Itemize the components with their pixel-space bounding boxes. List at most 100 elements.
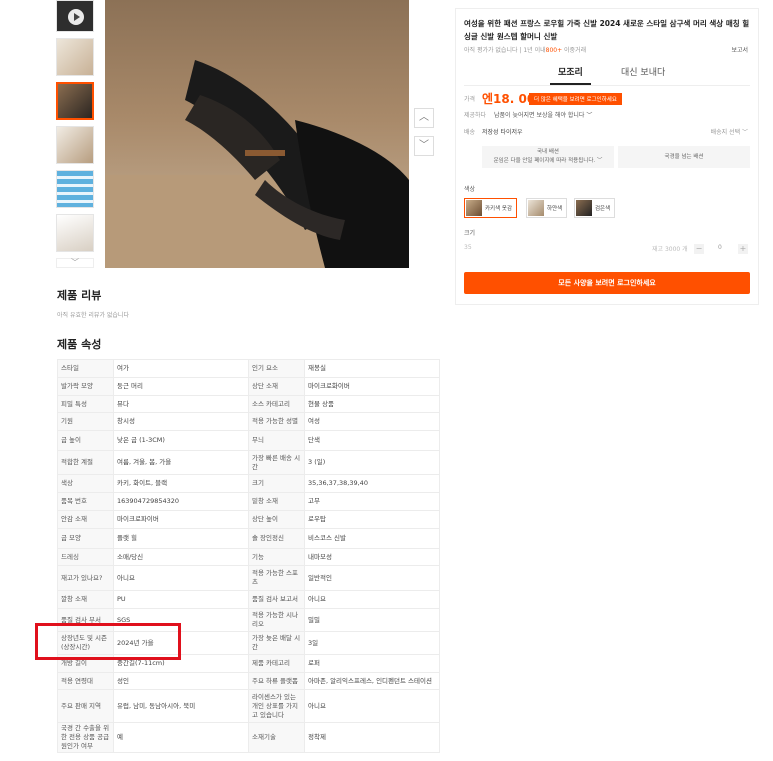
attribute-key: 크기 [248, 474, 305, 493]
attribute-key: 밑창 소재 [248, 492, 305, 511]
reviews-empty: 아직 유효한 리뷰가 없습니다 [57, 312, 129, 319]
highlight-box [35, 623, 181, 660]
attribute-key: 제품 카테고리 [248, 654, 305, 673]
chevron-down-icon[interactable]: ﹀ [56, 258, 94, 268]
thumbnail-strip: ﹀ [56, 0, 96, 268]
attribute-key: 상단 소재 [248, 377, 305, 396]
attribute-value: 로우탑 [304, 510, 440, 529]
attribute-row: 깔창 소재 PU 품질 검사 보고서 아니요 [57, 590, 440, 609]
attribute-key: 적용 가능한 시나리오 [248, 608, 305, 632]
attribute-value: 비스코스 신발 [304, 528, 440, 549]
thumbnail-image-selected[interactable] [56, 82, 94, 120]
purchase-panel: 여성을 위한 패션 프랑스 로우힐 가죽 신발 2024 새로운 스타일 삼구색… [455, 8, 759, 305]
tab-dropship[interactable]: 대신 보내다 [621, 65, 665, 78]
attribute-row: 주요 판매 지역 유럽, 남미, 동남아시아, 북미 라이센스가 있는 개인 상표를… [57, 689, 440, 723]
attribute-value: 뮤다 [113, 395, 249, 413]
minus-button[interactable]: − [694, 244, 704, 254]
login-button[interactable]: 모든 사양을 보려면 로그인하세요 [464, 272, 750, 294]
attribute-key: 재고가 있나요? [57, 565, 114, 591]
attribute-key: 주요 하류 플랫폼 [248, 672, 305, 690]
attribute-value: 아니요 [113, 565, 249, 591]
login-price-badge[interactable]: 더 많은 혜택을 보려면 로그인하세요 [529, 93, 622, 105]
attribute-value: 플랫 힐 [113, 528, 249, 549]
attribute-value: 유럽, 남미, 동남아시아, 북미 [113, 689, 249, 723]
thumbnail-image[interactable] [56, 214, 94, 252]
attribute-key: 가장 늦은 배달 시간 [248, 631, 305, 655]
attribute-value: 3 (일) [304, 450, 440, 475]
tab-all[interactable]: 모조리 [550, 65, 591, 85]
attribute-key: 품질 검사 보고서 [248, 590, 305, 609]
plus-button[interactable]: + [738, 244, 748, 254]
attribute-key: 무늬 [248, 430, 305, 451]
stock-count: 재고 3000 개 [652, 246, 688, 253]
attribute-row: 굽 모양 플랫 힐솔 장인정신 비스코스 신발 [57, 528, 440, 549]
color-option-white[interactable]: 하얀색 [526, 198, 568, 218]
color-white-label: 하얀색 [547, 206, 563, 212]
domestic-shipping-box[interactable]: 국내 배션 운임은 다을 안일 페이지에 따라 적용됩니다. ﹀ [482, 146, 614, 168]
attribute-row: 국경 간 수출을 위한 전용 상품 공급 원인가 여부 예 소재기술 정착제 [57, 722, 440, 753]
reviews-title: 제품 리뷰 [57, 289, 102, 302]
crossborder-shipping-box[interactable]: 국경을 넘는 배션 [618, 146, 750, 168]
quantity-value[interactable]: 0 [718, 244, 722, 251]
attribute-key: 발가락 모양 [57, 377, 114, 396]
domestic-note: 운임은 다을 안일 페이지에 따라 적용됩니다. ﹀ [493, 158, 603, 164]
report-link[interactable]: 보고서 [731, 45, 748, 54]
color-khaki-label: 카키색 옷감 [485, 206, 513, 212]
attribute-row: 품목 번호 163904729854320 밑창 소재 고무 [57, 492, 440, 511]
image-nav: ︿ ﹀ [414, 108, 436, 164]
rating-text: 아직 평가가 없습니다 | 1년 이내 [464, 47, 546, 54]
attribute-value: 단색 [304, 430, 440, 451]
attribute-value: 35,36,37,38,39,40 [304, 474, 440, 493]
thumbnail-image[interactable] [56, 170, 94, 208]
attribute-value: 로퍼 [304, 654, 440, 673]
attribute-key: 라이센스가 있는 개인 상표를 가지고 있습니다 [248, 689, 305, 723]
play-icon [68, 9, 84, 25]
thumbnail-image[interactable] [56, 126, 94, 164]
attribute-row: 드레싱 소매/당신 기능 내마모성 [57, 548, 440, 566]
attribute-key: 깔창 소재 [57, 590, 114, 609]
attribute-key: 기원 [57, 412, 114, 431]
guarantee-label: 제공하다 [464, 112, 487, 119]
attribute-key: 인기 요소 [248, 359, 305, 378]
attribute-value: 3일 [304, 631, 440, 655]
attribute-key: 드레싱 [57, 548, 114, 566]
attribute-value: 여가 [113, 359, 249, 378]
ship-destination-select[interactable]: 배송지 선택 ﹀ [711, 127, 748, 136]
domestic-title: 국내 배션 [537, 149, 559, 155]
attribute-key: 스타일 [57, 359, 114, 378]
attribute-value: 마이크로파이버 [113, 510, 249, 529]
thumbnail-video[interactable] [56, 0, 94, 32]
attribute-key: 적합한 계절 [57, 450, 114, 475]
thumbnail-image[interactable] [56, 38, 94, 76]
attribute-value: 낮은 굽 (1-3CM) [113, 430, 249, 451]
attribute-value: PU [113, 590, 249, 609]
attribute-value: 여름, 겨울, 봄, 가을 [113, 450, 249, 475]
attribute-value: 밀밀 [304, 608, 440, 632]
arrow-down-icon[interactable]: ﹀ [414, 136, 434, 156]
attribute-value: 현물 상품 [304, 395, 440, 413]
trade-count: 800+ [545, 47, 563, 54]
attribute-key: 소스 카테고리 [248, 395, 305, 413]
attribute-value: 정착제 [304, 722, 440, 753]
attribute-value: 일반적인 [304, 565, 440, 591]
attribute-row: 발가락 모양 둥근 머리 상단 소재 마이크로화이버 [57, 377, 440, 396]
attribute-key: 색상 [57, 474, 114, 493]
tab-divider [464, 85, 750, 86]
guarantee-dropdown[interactable]: 납품이 늦어지면 보상을 해야 합니다 ﹀ [494, 110, 592, 119]
attribute-value: 소매/당신 [113, 548, 249, 566]
price-label: 가격 [464, 96, 476, 103]
color-option-black[interactable]: 검은색 [574, 198, 616, 218]
attribute-row: 적용 연령대 성인 주요 하류 플랫폼 아마존, 알리익스프레스, 인디펜던트 스테이… [57, 672, 440, 690]
arrow-up-icon[interactable]: ︿ [414, 108, 434, 128]
attribute-key: 솔 장인정신 [248, 528, 305, 549]
attribute-value: 아니요 [304, 590, 440, 609]
attribute-value: 마이크로화이버 [304, 377, 440, 396]
attribute-key: 안감 소재 [57, 510, 114, 529]
attribute-row: 피밀 특성 뮤다 소스 카테고리 현물 상품 [57, 395, 440, 413]
attribute-row: 스타일 여가 인기 요소 재봉실 [57, 359, 440, 378]
attribute-key: 적용 가능한 성별 [248, 412, 305, 431]
color-option-khaki[interactable]: 카키색 옷감 [464, 198, 518, 218]
ship-origin: 저장성 타이저우 [482, 129, 523, 136]
attribute-value: 재봉실 [304, 359, 440, 378]
size-value: 35 [464, 244, 472, 251]
